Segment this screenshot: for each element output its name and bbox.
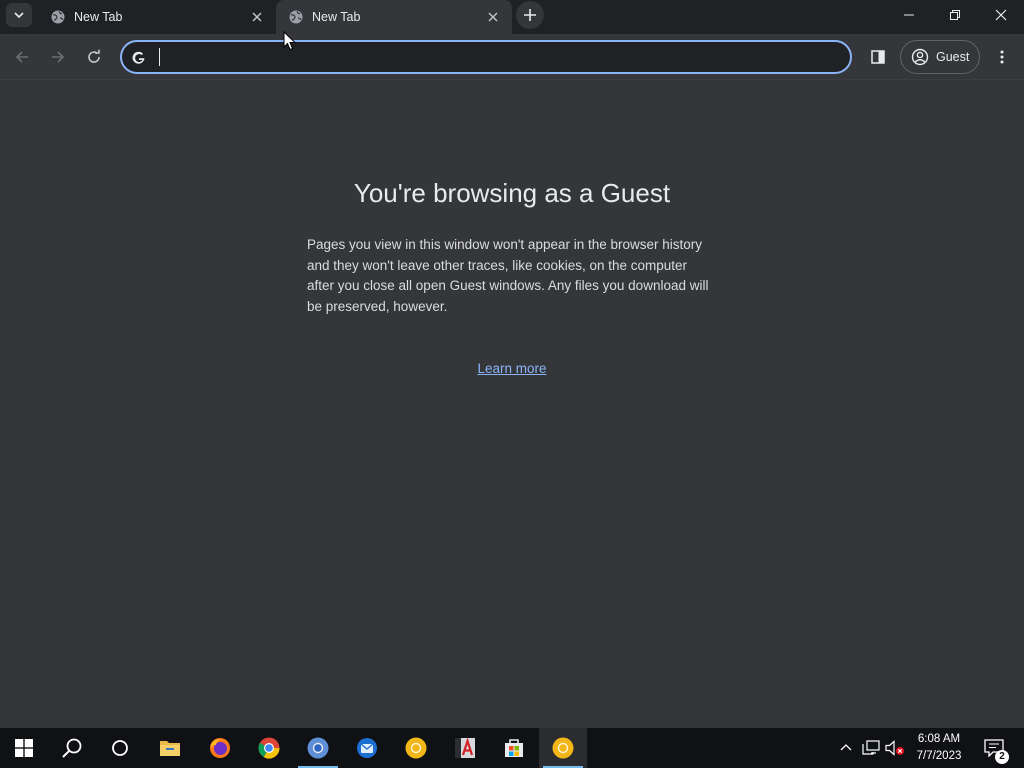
tab-title: New Tab <box>312 10 361 24</box>
start-button[interactable] <box>0 728 48 768</box>
taskbar-chrome-canary-active[interactable] <box>539 728 587 768</box>
chrome-icon <box>258 737 280 759</box>
minimize-button[interactable] <box>886 0 932 30</box>
thunderbird-icon <box>357 738 377 758</box>
menu-button[interactable] <box>988 43 1016 71</box>
firefox-icon <box>210 738 230 758</box>
chrome-icon <box>307 737 329 759</box>
page-title: You're browsing as a Guest <box>353 178 671 208</box>
microsoft-store-icon <box>505 739 523 757</box>
reload-button[interactable] <box>80 43 108 71</box>
clock-time: 6:08 AM <box>917 733 961 745</box>
taskbar-search-button[interactable] <box>48 728 96 768</box>
guest-new-tab-page: You're browsing as a Guest Pages you vie… <box>0 80 1024 728</box>
file-explorer-icon <box>160 741 180 756</box>
restore-button[interactable] <box>932 0 978 30</box>
close-icon <box>995 9 1007 21</box>
profile-label: Guest <box>936 50 970 64</box>
windows-logo-icon <box>15 739 33 757</box>
taskbar-chrome[interactable] <box>245 728 293 768</box>
browser-toolbar: Guest <box>0 34 1024 80</box>
guest-description: Pages you view in this window won't appe… <box>307 237 709 314</box>
clock-date: 7/7/2023 <box>916 750 962 762</box>
account-circle-icon <box>911 48 929 66</box>
taskbar-adobe-acrobat[interactable] <box>441 728 489 768</box>
chrome-canary-icon <box>405 737 427 759</box>
browser-window: New Tab New Tab Guest You're browsing as… <box>0 0 1024 768</box>
close-window-button[interactable] <box>978 0 1024 30</box>
globe-icon <box>51 10 65 24</box>
learn-more-link[interactable]: Learn more <box>477 361 546 376</box>
mouse-cursor-icon <box>283 31 297 51</box>
text-caret <box>159 48 160 66</box>
tab-new-tab-2[interactable]: New Tab <box>276 0 512 34</box>
tab-title: New Tab <box>74 10 123 24</box>
back-button[interactable] <box>8 43 36 71</box>
network-icon <box>862 740 880 755</box>
learn-more-container: Learn more <box>0 360 1024 378</box>
arrow-left-icon <box>15 51 28 63</box>
taskbar-clock[interactable]: 6:08 AM 7/7/2023 <box>908 731 970 765</box>
tab-search-button[interactable] <box>6 3 32 27</box>
volume-muted-icon <box>885 740 904 756</box>
network-button[interactable] <box>860 728 882 768</box>
profile-button[interactable]: Guest <box>900 40 980 74</box>
plus-icon <box>524 9 536 21</box>
cortana-button[interactable] <box>96 728 144 768</box>
adobe-acrobat-icon <box>455 737 475 758</box>
restore-icon <box>950 10 960 20</box>
arrow-right-icon <box>52 51 65 63</box>
side-panel-button[interactable] <box>864 43 892 71</box>
cortana-icon <box>112 740 128 756</box>
minimize-icon <box>904 14 914 16</box>
taskbar-chrome-canary[interactable] <box>392 728 440 768</box>
close-icon <box>488 12 498 22</box>
tab-strip: New Tab New Tab <box>0 0 1024 34</box>
chrome-canary-icon <box>552 737 574 759</box>
address-bar[interactable] <box>120 40 852 74</box>
taskbar-firefox[interactable] <box>196 728 244 768</box>
windows-taskbar: 6:08 AM 7/7/2023 2 <box>0 728 1024 768</box>
notification-count-badge: 2 <box>995 750 1009 764</box>
forward-button[interactable] <box>44 43 72 71</box>
search-icon <box>62 738 82 758</box>
taskbar-thunderbird[interactable] <box>343 728 391 768</box>
close-tab-button[interactable] <box>248 8 266 26</box>
more-vert-icon <box>1000 50 1004 64</box>
new-tab-button[interactable] <box>516 1 544 29</box>
taskbar-chrome-running[interactable] <box>294 728 342 768</box>
side-panel-icon <box>871 50 885 64</box>
google-g-icon <box>132 51 145 64</box>
chevron-down-icon <box>14 12 24 19</box>
close-tab-button[interactable] <box>484 8 502 26</box>
show-hidden-icons-button[interactable] <box>836 728 856 768</box>
close-icon <box>252 12 262 22</box>
reload-icon <box>88 49 100 63</box>
omnibox-input[interactable] <box>156 48 836 68</box>
volume-button[interactable] <box>884 728 906 768</box>
taskbar-microsoft-store[interactable] <box>490 728 538 768</box>
chevron-up-icon <box>840 744 852 751</box>
globe-icon <box>289 10 303 24</box>
tab-new-tab-1[interactable]: New Tab <box>38 0 276 34</box>
taskbar-file-explorer[interactable] <box>146 728 194 768</box>
